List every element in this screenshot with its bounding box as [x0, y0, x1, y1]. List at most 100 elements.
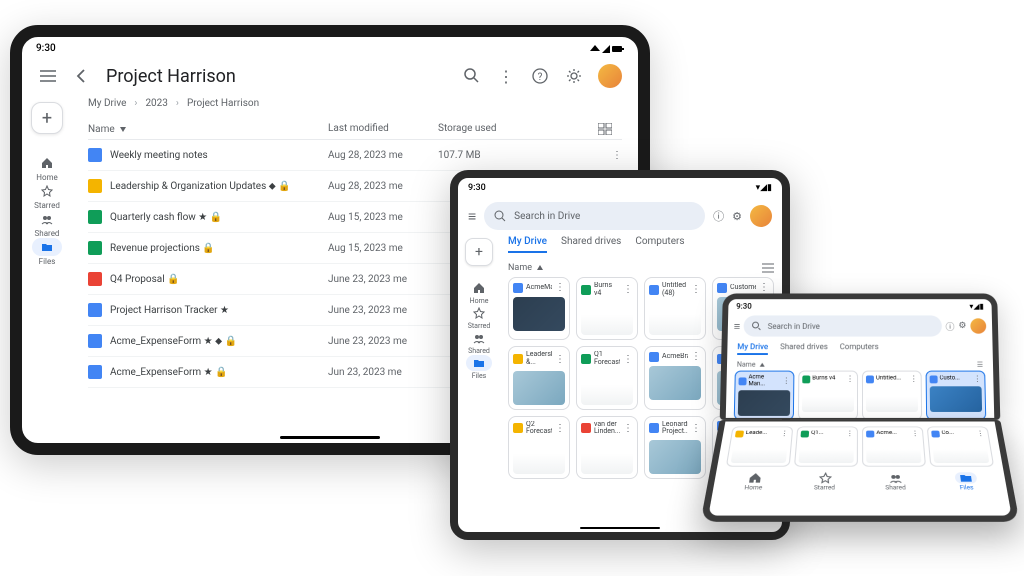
file-card[interactable]: AcmeBranding_20...⋮: [644, 346, 706, 409]
chevron-right-icon: ›: [134, 98, 137, 109]
more-icon[interactable]: ⋮: [623, 354, 633, 365]
shared-icon: [32, 210, 62, 228]
gear-icon[interactable]: ⚙: [958, 321, 966, 331]
file-card[interactable]: Leade...⋮: [726, 426, 794, 466]
bottomnav-item-shared[interactable]: Shared: [884, 472, 907, 491]
file-name: AcmeBranding_20...: [662, 353, 688, 361]
file-card[interactable]: AcmeManufacturi...⋮: [508, 277, 570, 340]
more-icon[interactable]: ⋮: [780, 430, 789, 438]
search-input[interactable]: Search in Drive: [484, 202, 705, 230]
file-modified: June 23, 2023 me: [328, 336, 438, 347]
more-icon[interactable]: ⋮: [555, 423, 565, 434]
file-card[interactable]: Untitled...⋮: [862, 371, 922, 420]
back-icon[interactable]: [72, 66, 92, 86]
tab-my-drive[interactable]: My Drive: [737, 342, 768, 355]
more-icon[interactable]: ⋮: [598, 150, 622, 161]
sidebar-item-starred[interactable]: Starred: [32, 182, 62, 210]
search-icon: [752, 321, 762, 331]
col-storage[interactable]: Storage used: [438, 123, 598, 135]
avatar[interactable]: [750, 205, 772, 227]
more-icon[interactable]: ⋮: [691, 423, 701, 434]
docs-icon: [930, 375, 938, 383]
help-icon[interactable]: ⓘ: [713, 208, 724, 224]
more-icon[interactable]: ⋮: [555, 354, 565, 365]
file-card[interactable]: Q2 Forecast...⋮: [508, 416, 570, 479]
breadcrumb-item[interactable]: Project Harrison: [187, 98, 259, 109]
tab-my-drive[interactable]: My Drive: [508, 236, 547, 253]
file-card[interactable]: Custo...⋮: [926, 371, 987, 420]
help-icon[interactable]: ⓘ: [946, 320, 955, 333]
search-icon[interactable]: [462, 66, 482, 86]
file-name: Leadership & Organization Updates ⬥ 🔒: [110, 181, 291, 192]
menu-icon[interactable]: ≡: [734, 320, 741, 333]
col-name[interactable]: Name: [88, 123, 328, 135]
tabs: My Drive Shared drives Computers: [727, 339, 993, 359]
sidebar-item-files[interactable]: Files: [32, 238, 62, 266]
file-card[interactable]: Q1 Forecast...⋮: [576, 346, 638, 409]
more-icon[interactable]: ⋮: [496, 66, 516, 86]
search-input[interactable]: Search in Drive: [744, 315, 942, 336]
avatar[interactable]: [598, 64, 622, 88]
sidebar-item-shared[interactable]: Shared: [466, 330, 492, 355]
star-icon: [32, 182, 62, 200]
bottomnav-item-files[interactable]: Files: [954, 472, 978, 491]
more-icon[interactable]: ⋮: [623, 423, 633, 434]
sidebar-item-home[interactable]: Home: [32, 154, 62, 182]
menu-icon[interactable]: [38, 66, 58, 86]
file-card[interactable]: Untitled (48)⋮: [644, 277, 706, 340]
sidebar-item-home[interactable]: Home: [466, 280, 492, 305]
add-button[interactable]: +: [465, 238, 493, 266]
table-row[interactable]: Weekly meeting notesAug 28, 2023 me107.7…: [88, 140, 622, 171]
file-card[interactable]: van der Linden...⋮: [576, 416, 638, 479]
avatar[interactable]: [970, 318, 986, 333]
home-indicator[interactable]: [280, 436, 380, 439]
file-card[interactable]: Leonardi Project...⋮: [644, 416, 706, 479]
tab-computers[interactable]: Computers: [635, 236, 684, 253]
file-name: Project Harrison Tracker ★: [110, 305, 229, 316]
menu-icon[interactable]: ≡: [468, 208, 476, 225]
tab-shared-drives[interactable]: Shared drives: [561, 236, 621, 253]
more-icon[interactable]: ⋮: [782, 377, 790, 386]
more-icon[interactable]: ⋮: [976, 430, 985, 438]
sidebar-item-files[interactable]: Files: [466, 355, 492, 380]
more-icon[interactable]: ⋮: [555, 282, 565, 293]
add-button[interactable]: +: [31, 102, 63, 134]
more-icon[interactable]: ⋮: [759, 282, 769, 293]
gear-icon[interactable]: ⚙: [732, 210, 742, 223]
file-card[interactable]: Acme...⋮: [862, 426, 926, 466]
tab-computers[interactable]: Computers: [840, 342, 879, 355]
sort-control[interactable]: Name ☰: [727, 359, 993, 371]
file-card[interactable]: Burns v4⋮: [798, 371, 858, 420]
bottomnav-item-starred[interactable]: Starred: [813, 472, 836, 491]
file-card[interactable]: Co...⋮: [927, 426, 995, 466]
more-icon[interactable]: ⋮: [846, 375, 854, 384]
view-list-icon[interactable]: ☰: [977, 361, 983, 369]
sort-control[interactable]: Name: [508, 259, 774, 277]
file-card[interactable]: Leadership &...⋮: [508, 346, 570, 409]
more-icon[interactable]: ⋮: [911, 430, 920, 438]
file-card[interactable]: Acme Man...⋮: [734, 371, 795, 420]
pdf-icon: [581, 423, 591, 433]
file-card[interactable]: Q1...⋮: [794, 426, 858, 466]
more-icon[interactable]: ⋮: [623, 284, 633, 295]
help-icon[interactable]: ?: [530, 66, 550, 86]
more-icon[interactable]: ⋮: [691, 351, 701, 362]
view-toggle-icon[interactable]: [598, 123, 622, 135]
breadcrumb-item[interactable]: 2023: [145, 98, 167, 109]
sheets-icon: [581, 354, 591, 364]
breadcrumb-item[interactable]: My Drive: [88, 98, 126, 109]
nav-label: Home: [470, 297, 489, 305]
col-modified[interactable]: Last modified: [328, 123, 438, 135]
sidebar-item-shared[interactable]: Shared: [32, 210, 62, 238]
tab-shared-drives[interactable]: Shared drives: [780, 342, 828, 355]
more-icon[interactable]: ⋮: [846, 430, 854, 438]
file-card[interactable]: Burns v4⋮: [576, 277, 638, 340]
gear-icon[interactable]: [564, 66, 584, 86]
home-indicator[interactable]: [580, 527, 660, 529]
bottomnav-item-home[interactable]: Home: [742, 472, 766, 491]
view-list-icon[interactable]: [762, 263, 774, 273]
more-icon[interactable]: ⋮: [910, 375, 918, 384]
more-icon[interactable]: ⋮: [691, 284, 701, 295]
more-icon[interactable]: ⋮: [973, 375, 981, 384]
sidebar-item-starred[interactable]: Starred: [466, 305, 492, 330]
